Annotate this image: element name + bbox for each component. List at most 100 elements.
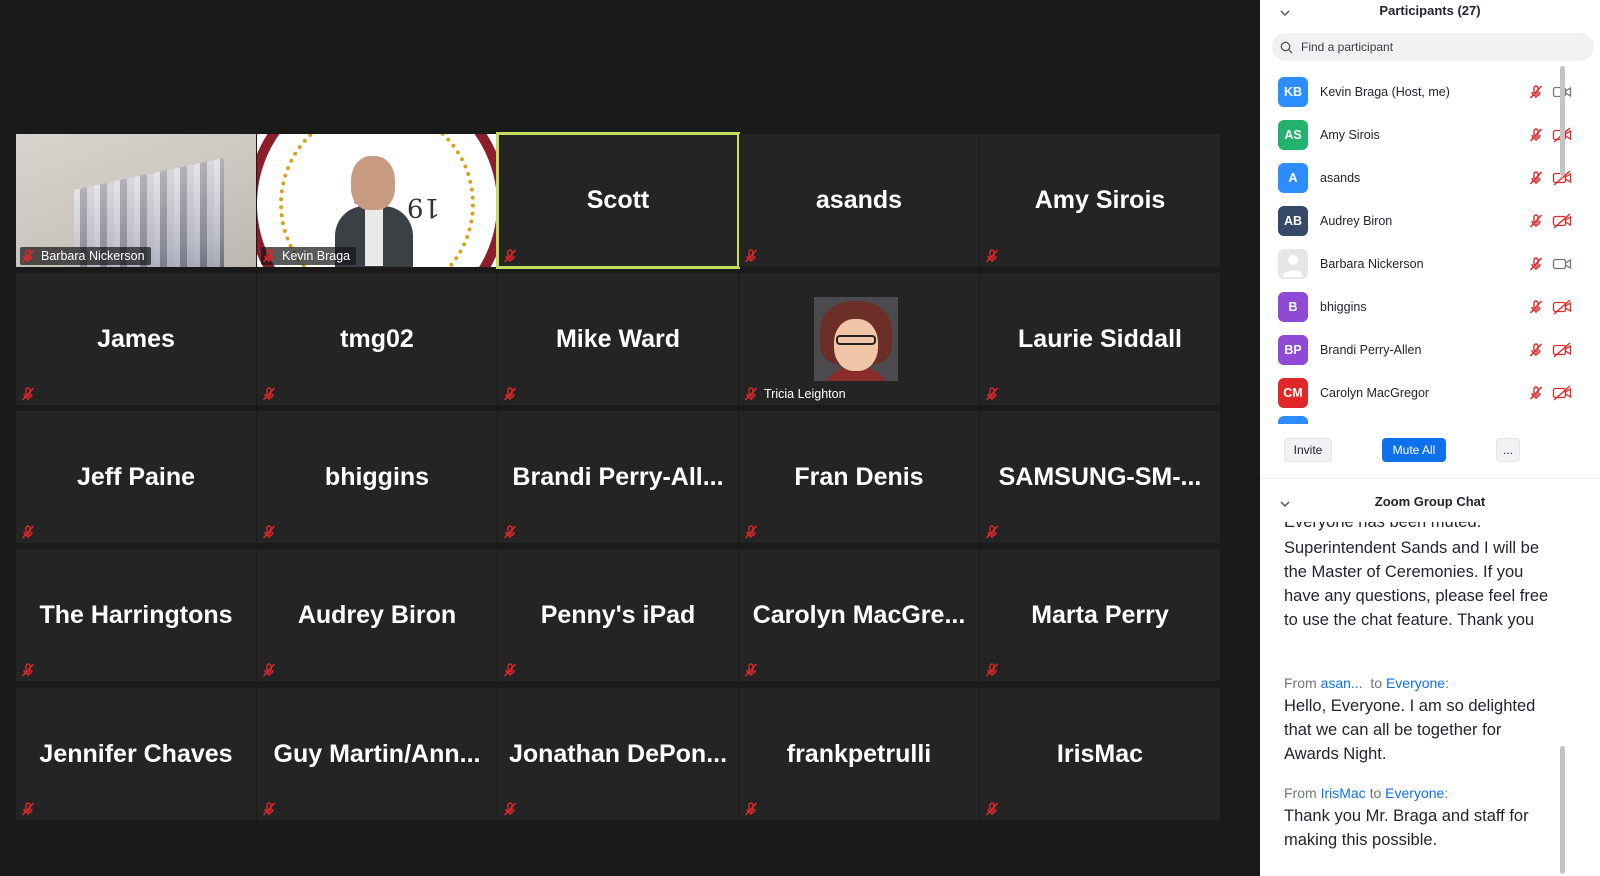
video-tile[interactable]: Amy Sirois: [980, 134, 1220, 267]
muted-mic-icon: [502, 524, 518, 540]
camera-off-icon[interactable]: [1552, 298, 1572, 315]
participant-row[interactable]: Aasands: [1260, 156, 1588, 199]
muted-mic-icon: [20, 662, 36, 678]
participant-row[interactable]: Bbhiggins: [1260, 285, 1588, 328]
muted-mic-icon: [984, 801, 1000, 817]
video-tile[interactable]: Audrey Biron: [257, 549, 497, 681]
participant-display-name: James: [97, 324, 175, 353]
muted-mic-icon[interactable]: [1528, 213, 1544, 229]
muted-mic-icon[interactable]: [1528, 256, 1544, 272]
participant-name: Carolyn MacGregor: [1320, 385, 1430, 400]
muted-mic-icon: [743, 662, 759, 678]
video-tile[interactable]: Jeff Paine: [16, 411, 256, 543]
participant-display-name: Penny's iPad: [540, 600, 696, 629]
muted-mic-icon[interactable]: [1528, 299, 1544, 315]
participant-row[interactable]: Barbara Nickerson: [1260, 242, 1588, 285]
participant-list: KB Kevin Braga (Host, me) AS Amy Sirois Aasa…: [1260, 70, 1588, 424]
participant-search[interactable]: [1272, 33, 1594, 61]
chevron-down-icon[interactable]: [1280, 499, 1290, 509]
video-tile[interactable]: Barbara Nickerson: [16, 134, 256, 267]
camera-icon[interactable]: [1552, 256, 1572, 272]
participant-display-name: Audrey Biron: [297, 600, 457, 629]
participant-name: Amy Sirois: [1320, 127, 1380, 142]
muted-mic-icon: [984, 524, 1000, 540]
video-tile[interactable]: Marta Perry: [980, 549, 1220, 681]
participant-display-name: Mike Ward: [555, 324, 681, 353]
video-tile[interactable]: Mike Ward: [498, 273, 738, 405]
participant-display-name: SAMSUNG-SM-...: [998, 462, 1202, 491]
chat-message: Superintendent Sands and I will be the M…: [1284, 539, 1549, 629]
muted-mic-icon[interactable]: [1528, 342, 1544, 358]
muted-mic-icon: [20, 386, 36, 402]
video-tile[interactable]: Jonathan DePon...: [498, 688, 738, 820]
video-tile[interactable]: bhiggins: [257, 411, 497, 543]
video-tile[interactable]: IrisMac: [980, 688, 1220, 820]
participant-display-name: asands: [815, 186, 903, 214]
video-tile[interactable]: Penny's iPad: [498, 549, 738, 681]
chat-scrollbar[interactable]: [1560, 746, 1565, 874]
muted-mic-icon: [261, 386, 277, 402]
muted-mic-icon[interactable]: [1528, 84, 1544, 100]
participant-row[interactable]: KB Kevin Braga (Host, me): [1260, 70, 1588, 113]
mute-all-button[interactable]: Mute All: [1382, 438, 1446, 462]
chevron-down-icon[interactable]: [1280, 8, 1290, 18]
chat-recipient[interactable]: Everyone: [1385, 785, 1444, 801]
video-tile[interactable]: James: [16, 273, 256, 405]
video-tile[interactable]: Guy Martin/Ann...: [257, 688, 497, 820]
participant-name-label: Kevin Braga: [261, 247, 357, 265]
participant-display-name: Fran Denis: [794, 462, 924, 491]
muted-mic-icon: [20, 801, 36, 817]
chat-message: Hello, Everyone. I am so delighted that …: [1284, 697, 1536, 763]
video-tile[interactable]: frankpetrulli: [739, 688, 979, 820]
invite-button[interactable]: Invite: [1284, 438, 1332, 462]
video-tile[interactable]: Carolyn MacGre...: [739, 549, 979, 681]
muted-mic-icon[interactable]: [1528, 385, 1544, 401]
participant-display-name: Brandi Perry-All...: [512, 462, 724, 491]
muted-mic-icon: [984, 248, 1000, 264]
camera-off-icon[interactable]: [1552, 341, 1572, 358]
participant-display-name: tmg02: [340, 324, 414, 353]
video-tile[interactable]: tmg02: [257, 273, 497, 405]
participant-display-name: Jeff Paine: [76, 462, 196, 491]
participant-name: Brandi Perry-Allen: [1320, 342, 1422, 357]
participant-display-name: Scott: [586, 186, 650, 214]
video-tile[interactable]: Fran Denis: [739, 411, 979, 543]
muted-mic-icon: [261, 248, 277, 264]
camera-off-icon[interactable]: [1552, 384, 1572, 401]
avatar: [1278, 248, 1308, 279]
video-tile[interactable]: Tricia Leighton: [739, 273, 979, 405]
chat-message: Thank you Mr. Braga and staff for making…: [1284, 807, 1529, 849]
participant-name: Kevin Braga (Host, me): [1320, 84, 1450, 99]
video-tile[interactable]: Brandi Perry-All...: [498, 411, 738, 543]
participant-scrollbar[interactable]: [1560, 66, 1565, 176]
avatar: A: [1278, 162, 1308, 193]
participant-row[interactable]: AB Audrey Biron: [1260, 199, 1588, 242]
avatar: KB: [1278, 76, 1308, 107]
avatar: CM: [1278, 377, 1308, 408]
search-input[interactable]: [1299, 39, 1583, 55]
avatar: [1278, 416, 1308, 424]
video-tile[interactable]: asands: [739, 134, 979, 267]
video-tile[interactable]: Jennifer Chaves: [16, 688, 256, 820]
camera-off-icon[interactable]: [1552, 212, 1572, 229]
muted-mic-icon: [743, 524, 759, 540]
video-tile[interactable]: Scott: [496, 132, 740, 269]
participant-row[interactable]: BP Brandi Perry-Allen: [1260, 328, 1588, 371]
participant-display-name: Jennifer Chaves: [39, 739, 233, 768]
muted-mic-icon[interactable]: [1528, 127, 1544, 143]
participant-row[interactable]: CM Carolyn MacGregor: [1260, 371, 1588, 414]
chat-recipient[interactable]: Everyone: [1386, 675, 1445, 691]
video-tile[interactable]: The Harringtons: [16, 549, 256, 681]
video-tile[interactable]: Laurie Siddall: [980, 273, 1220, 405]
chat-sender[interactable]: IrisMac: [1321, 785, 1366, 801]
more-button[interactable]: ...: [1496, 438, 1520, 462]
video-tile[interactable]: SAMSUNG-SM-...: [980, 411, 1220, 543]
video-tile[interactable]: 1219Kevin Braga: [257, 134, 497, 267]
muted-mic-icon[interactable]: [1528, 170, 1544, 186]
muted-mic-icon: [984, 662, 1000, 678]
participant-row[interactable]: AS Amy Sirois: [1260, 113, 1588, 156]
participants-title: Participants (27): [1379, 3, 1481, 18]
participants-header: Participants (27): [1260, 3, 1600, 25]
participant-display-name: Jonathan DePon...: [508, 739, 728, 768]
chat-sender[interactable]: asan...: [1321, 675, 1363, 691]
